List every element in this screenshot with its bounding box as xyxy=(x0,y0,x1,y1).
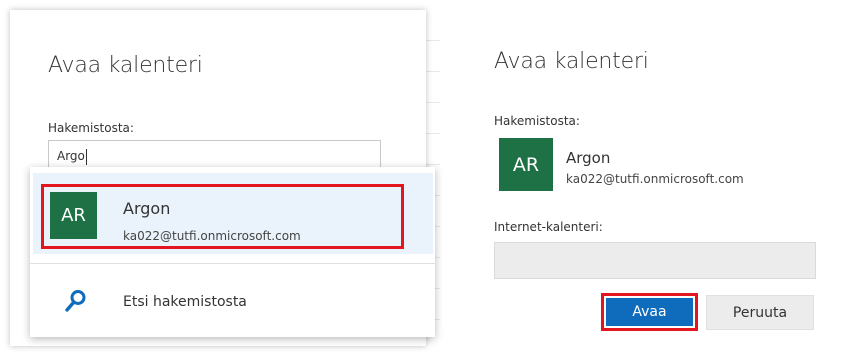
selected-person-name: Argon xyxy=(566,149,611,167)
dialog-title: Avaa kalenteri xyxy=(48,53,203,78)
dialog-title: Avaa kalenteri xyxy=(494,49,649,74)
highlight-annotation: Avaa xyxy=(601,293,698,331)
directory-label: Hakemistosta: xyxy=(48,121,134,135)
open-calendar-dialog-confirm: Avaa kalenteri Hakemistosta: AR Argon ka… xyxy=(459,10,842,352)
open-button[interactable]: Avaa xyxy=(606,298,693,326)
internet-calendar-input[interactable] xyxy=(494,242,816,279)
cancel-button[interactable]: Peruuta xyxy=(706,295,814,330)
selected-person-email: ka022@tutfi.onmicrosoft.com xyxy=(566,172,744,186)
search-directory-item[interactable]: Etsi hakemistosta xyxy=(30,279,435,327)
divider xyxy=(30,263,435,264)
avatar: AR xyxy=(499,138,553,191)
suggestion-dropdown: AR Argon ka022@tutfi.onmicrosoft.com Ets… xyxy=(30,167,435,337)
highlight-annotation xyxy=(41,184,404,249)
search-input-value: Argo xyxy=(57,149,85,163)
text-caret xyxy=(85,148,87,165)
search-icon xyxy=(65,290,86,312)
internet-calendar-label: Internet-kalenteri: xyxy=(494,220,603,234)
directory-label: Hakemistosta: xyxy=(494,114,580,128)
search-directory-label: Etsi hakemistosta xyxy=(123,294,247,310)
